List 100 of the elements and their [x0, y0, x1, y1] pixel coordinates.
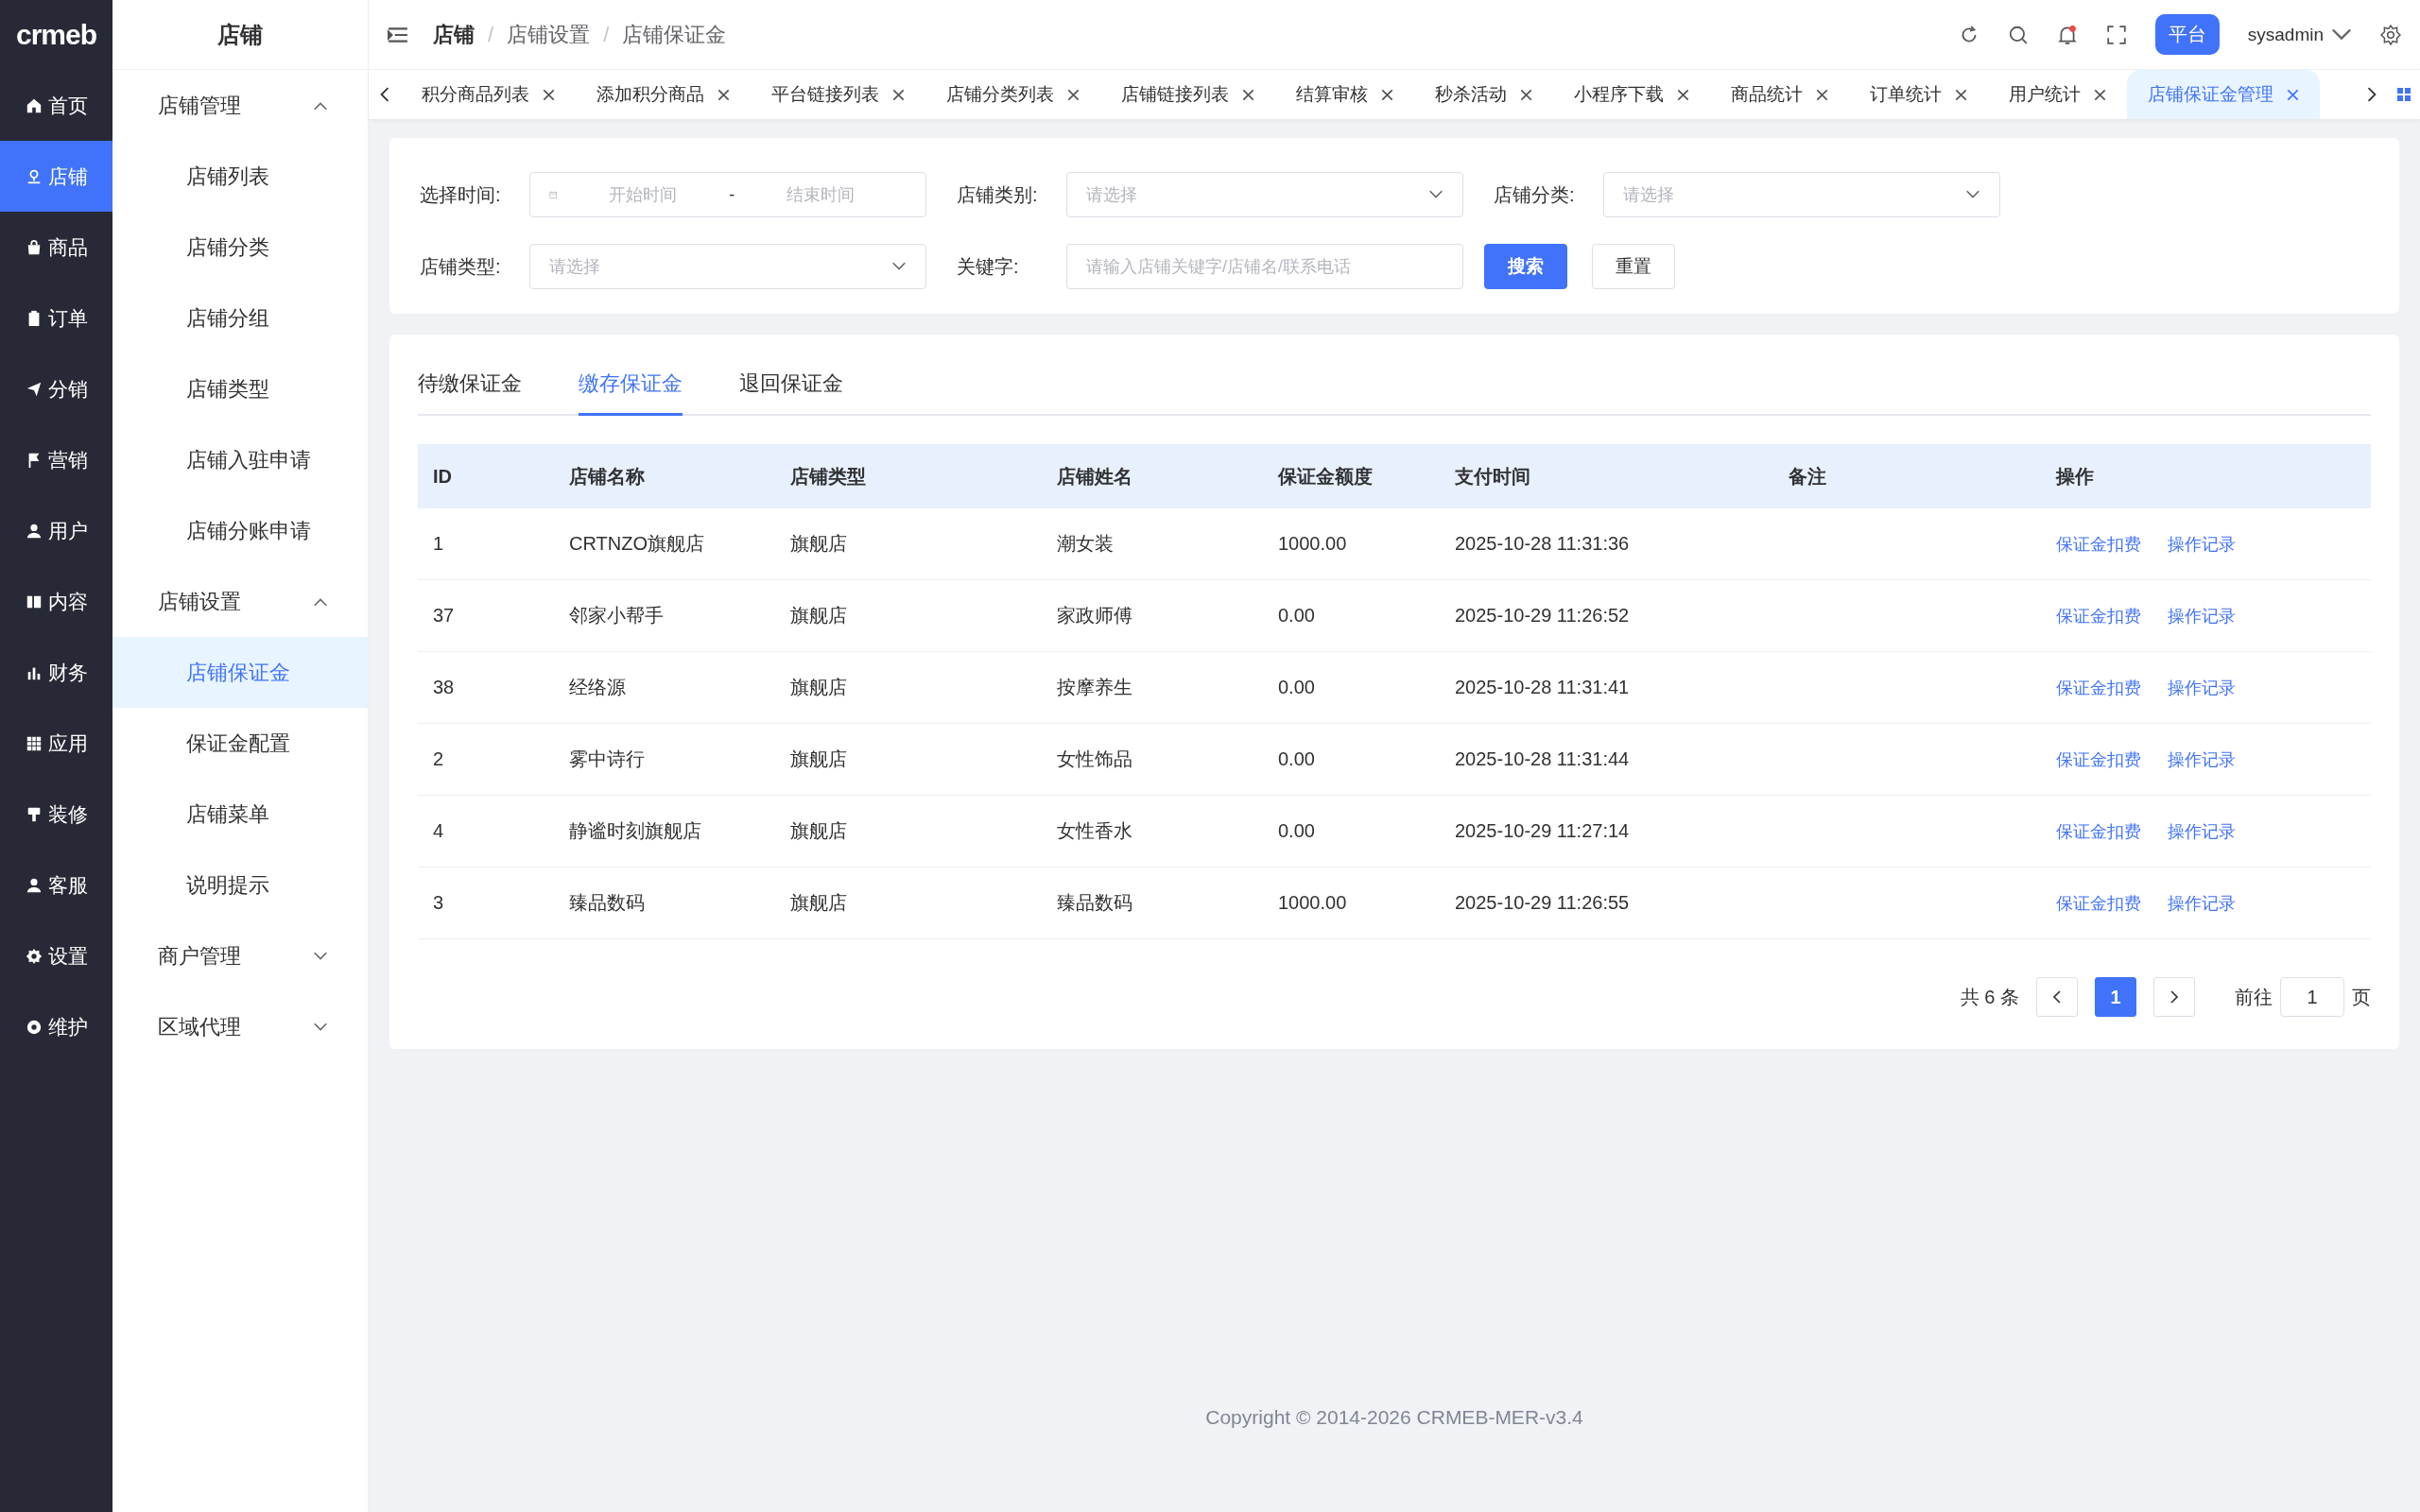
sidebar-item[interactable]: 说明提示 — [112, 850, 368, 920]
close-icon[interactable] — [1955, 88, 1967, 101]
sidebar-item[interactable]: 店铺入驻申请 — [112, 424, 368, 495]
chevron-up-icon — [313, 596, 328, 607]
page-tab[interactable]: 平台链接列表 — [751, 70, 925, 119]
close-icon[interactable] — [1520, 88, 1532, 101]
page-tab[interactable]: 小程序下载 — [1553, 70, 1710, 119]
action-link[interactable]: 操作记录 — [2168, 891, 2236, 915]
sidebar-item[interactable]: 保证金配置 — [112, 708, 368, 779]
action-link[interactable]: 保证金扣费 — [2056, 676, 2141, 699]
menu-icon[interactable] — [388, 26, 408, 43]
reset-button[interactable]: 重置 — [1592, 244, 1675, 289]
close-icon[interactable] — [1067, 88, 1080, 101]
close-icon[interactable] — [1816, 88, 1828, 101]
action-link[interactable]: 操作记录 — [2168, 819, 2236, 843]
action-link[interactable]: 操作记录 — [2168, 532, 2236, 556]
close-icon[interactable] — [1381, 88, 1393, 101]
table-cell-text: 2025-10-28 11:31:44 — [1454, 748, 1631, 770]
start-date-field[interactable]: 开始时间 — [557, 183, 730, 206]
fullscreen-icon[interactable] — [2105, 24, 2127, 45]
action-link[interactable]: 保证金扣费 — [2056, 532, 2141, 556]
rail-item[interactable]: 内容 — [0, 566, 112, 637]
page-tab[interactable]: 秒杀活动 — [1414, 70, 1553, 119]
sidebar-item[interactable]: 店铺分类 — [112, 212, 368, 283]
sidebar-group[interactable]: 店铺管理 — [112, 70, 368, 141]
page-tab[interactable]: 店铺保证金管理 — [2127, 70, 2320, 119]
rail-item[interactable]: 财务 — [0, 637, 112, 708]
sidebar-group[interactable]: 店铺设置 — [112, 566, 368, 637]
page-tab[interactable]: 订单统计 — [1849, 70, 1988, 119]
page-tab[interactable]: 积分商品列表 — [401, 70, 576, 119]
close-icon[interactable] — [717, 88, 730, 101]
deposit-tab[interactable]: 缴存保证金 — [579, 353, 683, 416]
sidebar-item[interactable]: 店铺保证金 — [112, 637, 368, 708]
breadcrumb-item[interactable]: 店铺 — [433, 20, 475, 49]
close-icon[interactable] — [2287, 88, 2299, 101]
search-icon[interactable] — [2007, 24, 2029, 45]
rail-item[interactable]: 分销 — [0, 353, 112, 424]
action-link[interactable]: 操作记录 — [2168, 604, 2236, 627]
action-link[interactable]: 操作记录 — [2168, 747, 2236, 771]
user-menu[interactable]: sysadmin — [2247, 24, 2352, 45]
sidebar-item[interactable]: 店铺分组 — [112, 283, 368, 353]
rail-item[interactable]: 应用 — [0, 708, 112, 779]
action-link[interactable]: 操作记录 — [2168, 676, 2236, 699]
page-input[interactable]: 1 — [2280, 977, 2344, 1017]
goto-label: 前往 — [2235, 985, 2273, 1009]
table-cell-text: 旗舰店 — [789, 891, 848, 915]
page-tab[interactable]: 结算审核 — [1275, 70, 1414, 119]
date-range-field[interactable]: 开始时间 - 结束时间 — [529, 172, 926, 217]
close-icon[interactable] — [1242, 88, 1254, 101]
end-date-field[interactable]: 结束时间 — [735, 183, 907, 206]
sidebar-item[interactable]: 店铺类型 — [112, 353, 368, 424]
rail-item[interactable]: 用户 — [0, 495, 112, 566]
close-icon[interactable] — [543, 88, 555, 101]
table-cell-text: 女性香水 — [1056, 819, 1133, 843]
rail-item[interactable]: 装修 — [0, 779, 112, 850]
platform-badge[interactable]: 平台 — [2154, 14, 2220, 55]
deposit-tab[interactable]: 待缴保证金 — [418, 353, 522, 416]
page-tab[interactable]: 用户统计 — [1988, 70, 2127, 119]
breadcrumb-item[interactable]: 店铺保证金 — [622, 20, 727, 49]
action-link[interactable]: 保证金扣费 — [2056, 819, 2141, 843]
sidebar-group[interactable]: 商户管理 — [112, 920, 368, 991]
page-tab[interactable]: 店铺链接列表 — [1100, 70, 1275, 119]
deposit-tab[interactable]: 退回保证金 — [739, 353, 843, 416]
sidebar-group[interactable]: 区域代理 — [112, 991, 368, 1062]
table-cell-text: 1 — [432, 533, 445, 555]
table-cell-text: 旗舰店 — [789, 676, 848, 699]
page-button[interactable]: 1 — [2095, 977, 2136, 1017]
keyword-field[interactable]: 请输入店铺关键字/店铺名/联系电话 — [1066, 244, 1463, 289]
rail-item[interactable]: 维护 — [0, 991, 112, 1062]
rail-item[interactable]: 订单 — [0, 283, 112, 353]
sidebar-item[interactable]: 店铺分账申请 — [112, 495, 368, 566]
chevron-right-icon[interactable] — [2367, 87, 2377, 102]
rail-item[interactable]: 首页 — [0, 70, 112, 141]
breadcrumb-item[interactable]: 店铺设置 — [507, 20, 591, 49]
column-header: 店铺类型 — [789, 464, 867, 489]
gear-icon — [25, 947, 43, 965]
settings-icon[interactable] — [2380, 24, 2401, 45]
sidebar-item[interactable]: 店铺菜单 — [112, 779, 368, 850]
rail-item[interactable]: 商品 — [0, 212, 112, 283]
action-link[interactable]: 保证金扣费 — [2056, 604, 2141, 627]
search-button[interactable]: 搜索 — [1484, 244, 1567, 289]
action-link[interactable]: 保证金扣费 — [2056, 747, 2141, 771]
chevron-down-icon — [1965, 190, 1980, 199]
rail-item[interactable]: 客服 — [0, 850, 112, 920]
chevron-left-icon[interactable] — [380, 87, 389, 102]
close-icon[interactable] — [892, 88, 905, 101]
bell-icon[interactable] — [2056, 24, 2078, 45]
close-icon[interactable] — [2094, 88, 2106, 101]
grid-icon[interactable] — [2396, 87, 2411, 102]
action-link[interactable]: 保证金扣费 — [2056, 891, 2141, 915]
total-count: 共 6 条 — [1960, 985, 2019, 1009]
page-tab[interactable]: 店铺分类列表 — [925, 70, 1100, 119]
page-tab[interactable]: 添加积分商品 — [576, 70, 751, 119]
table-cell-text: 潮女装 — [1056, 532, 1115, 556]
page-tab[interactable]: 商品统计 — [1710, 70, 1849, 119]
close-icon[interactable] — [1677, 88, 1689, 101]
rail-item[interactable]: 店铺 — [0, 141, 112, 212]
sidebar-item[interactable]: 店铺列表 — [112, 141, 368, 212]
rail-item[interactable]: 营销 — [0, 424, 112, 495]
rail-item[interactable]: 设置 — [0, 920, 112, 991]
